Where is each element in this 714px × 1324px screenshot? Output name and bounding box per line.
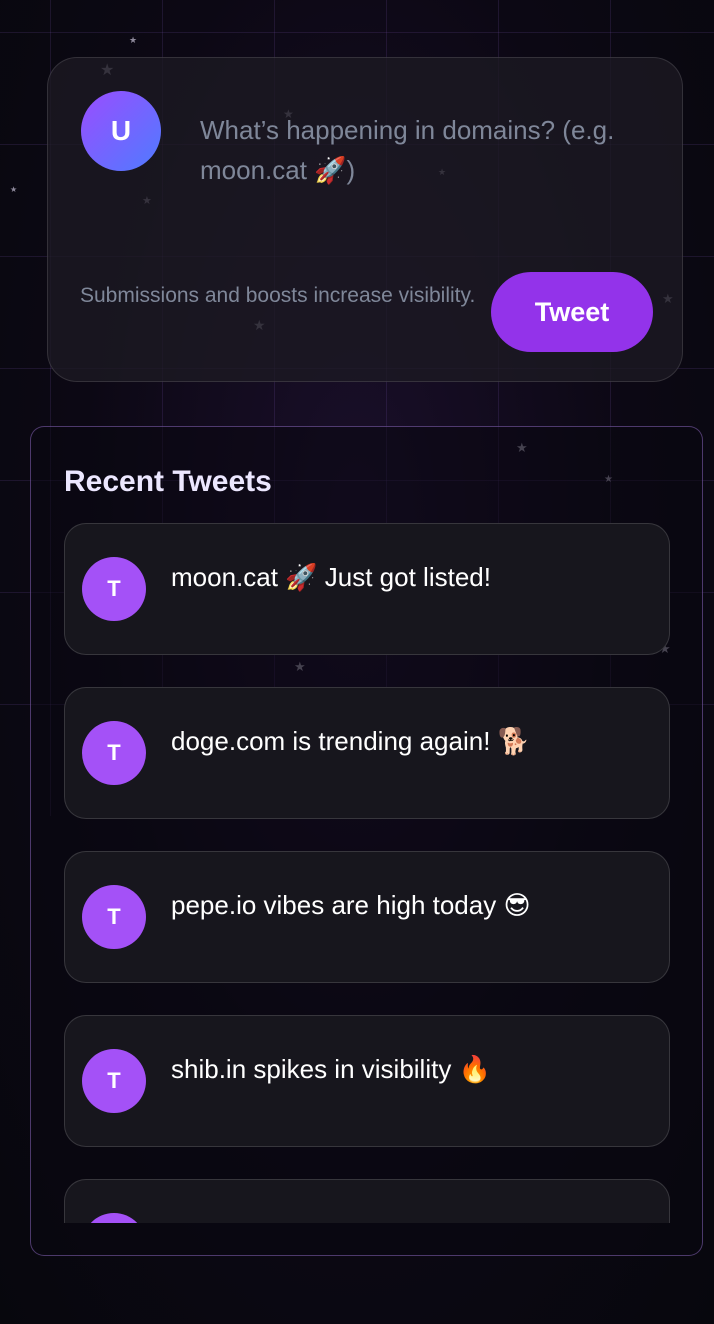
tweet-text: shib.in spikes in visibility 🔥 [171,1054,491,1084]
tweet-list[interactable]: T moon.cat 🚀 Just got listed! T doge.com… [64,523,670,1223]
star-icon: ★ [10,185,18,194]
tweet-item[interactable]: T [64,1179,670,1223]
recent-tweets-panel: Recent Tweets T moon.cat 🚀 Just got list… [30,426,703,1256]
tweet-avatar: T [82,1049,146,1113]
tweet-input[interactable] [200,110,640,230]
tweet-item[interactable]: T shib.in spikes in visibility 🔥 [64,1015,670,1147]
recent-tweets-title: Recent Tweets [64,465,272,498]
tweet-avatar: T [82,885,146,949]
tweet-item[interactable]: T moon.cat 🚀 Just got listed! [64,523,670,655]
tweet-text: doge.com is trending again! 🐕 [171,726,531,756]
tweet-composer: U Submissions and boosts increase visibi… [47,57,683,382]
star-icon: ★ [129,35,138,45]
composer-hint: Submissions and boosts increase visibili… [80,284,476,307]
tweet-avatar: T [82,721,146,785]
tweet-text: moon.cat 🚀 Just got listed! [171,562,491,592]
tweet-avatar: T [82,1213,146,1223]
user-avatar: U [81,91,161,171]
tweet-text: pepe.io vibes are high today 😎 [171,890,531,920]
tweet-button[interactable]: Tweet [491,272,653,352]
tweet-item[interactable]: T doge.com is trending again! 🐕 [64,687,670,819]
tweet-avatar: T [82,557,146,621]
tweet-item[interactable]: T pepe.io vibes are high today 😎 [64,851,670,983]
